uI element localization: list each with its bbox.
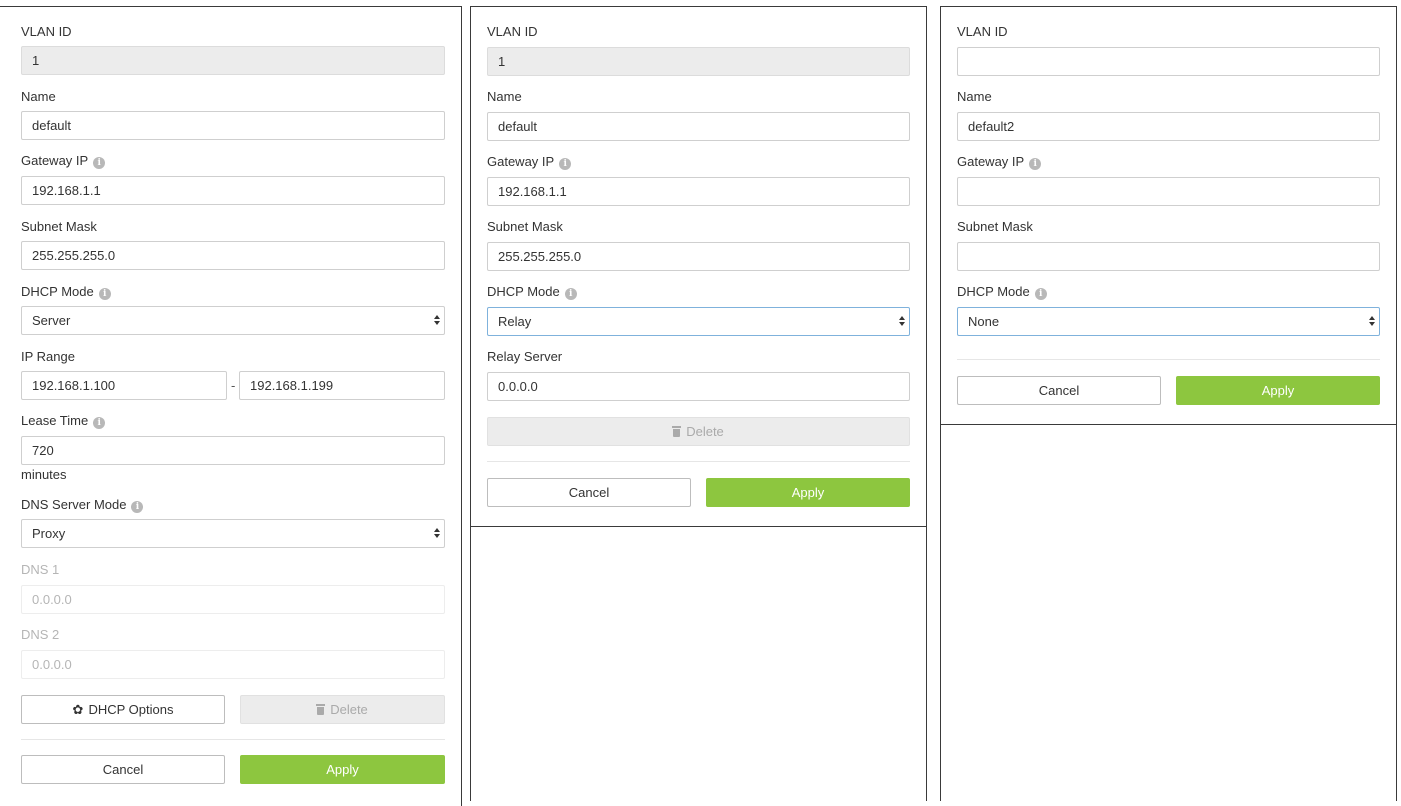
subnet-mask-label: Subnet Mask	[487, 219, 563, 234]
lease-time-label: Lease Time i	[21, 413, 106, 429]
gateway-ip-label-text: Gateway IP	[487, 154, 555, 169]
gateway-ip-input[interactable]: 192.168.1.1	[487, 177, 910, 206]
name-input[interactable]: default	[487, 112, 910, 141]
dns2-label: DNS 2	[21, 627, 60, 642]
form-divider	[957, 359, 1380, 360]
form-divider	[487, 461, 910, 462]
info-icon[interactable]: i	[93, 157, 106, 169]
subnet-mask-label: Subnet Mask	[957, 219, 1033, 234]
info-icon[interactable]: i	[564, 288, 577, 300]
dhcp-options-button[interactable]: ✿ DHCP Options	[21, 695, 225, 724]
cancel-button[interactable]: Cancel	[487, 478, 691, 507]
dns1-input: 0.0.0.0	[21, 585, 445, 614]
vlan-id-label: VLAN ID	[487, 24, 538, 39]
info-icon[interactable]: i	[131, 501, 144, 513]
dhcp-options-button-label: DHCP Options	[88, 702, 174, 717]
info-icon[interactable]: i	[98, 288, 111, 300]
vlan-id-label: VLAN ID	[21, 24, 72, 39]
dhcp-mode-selected-value: Server	[32, 313, 71, 328]
column-divider	[470, 526, 471, 801]
dhcp-mode-label: DHCP Mode i	[957, 284, 1047, 300]
vlan-id-input: 1	[487, 47, 910, 76]
dns1-label: DNS 1	[21, 562, 60, 577]
apply-button[interactable]: Apply	[1176, 376, 1380, 405]
ip-range-separator: -	[231, 378, 236, 393]
info-icon[interactable]: i	[93, 417, 106, 429]
vlan-id-input[interactable]	[957, 47, 1380, 76]
apply-button[interactable]: Apply	[240, 755, 445, 784]
dns-server-mode-label: DNS Server Mode i	[21, 497, 144, 513]
relay-server-label: Relay Server	[487, 349, 563, 364]
delete-button-label: Delete	[330, 702, 368, 717]
column-divider	[926, 526, 927, 801]
dhcp-mode-selected-value: Relay	[498, 314, 532, 329]
subnet-mask-input[interactable]	[957, 242, 1380, 271]
dhcp-mode-select[interactable]: Server	[21, 306, 445, 335]
info-icon[interactable]: i	[1034, 288, 1047, 300]
cancel-button[interactable]: Cancel	[21, 755, 225, 784]
name-label: Name	[487, 89, 522, 104]
dhcp-mode-label-text: DHCP Mode	[957, 284, 1030, 299]
dns2-input: 0.0.0.0	[21, 650, 445, 679]
trash-icon	[316, 704, 326, 715]
name-label: Name	[957, 89, 992, 104]
gateway-ip-label-text: Gateway IP	[957, 154, 1025, 169]
subnet-mask-input[interactable]: 255.255.255.0	[487, 242, 910, 271]
gear-icon: ✿	[72, 702, 84, 717]
name-input[interactable]: default2	[957, 112, 1380, 141]
lease-time-input[interactable]: 720	[21, 436, 445, 465]
ip-range-end-input[interactable]: 192.168.1.199	[239, 371, 445, 400]
gateway-ip-label: Gateway IP i	[21, 153, 106, 169]
gateway-ip-input[interactable]: 192.168.1.1	[21, 176, 445, 205]
relay-server-input[interactable]: 0.0.0.0	[487, 372, 910, 401]
vlan-id-input: 1	[21, 46, 445, 75]
dns-server-mode-select[interactable]: Proxy	[21, 519, 445, 548]
vlan-id-label: VLAN ID	[957, 24, 1008, 39]
dhcp-mode-label: DHCP Mode i	[487, 284, 577, 300]
subnet-mask-input[interactable]: 255.255.255.0	[21, 241, 445, 270]
cancel-button[interactable]: Cancel	[957, 376, 1161, 405]
dhcp-mode-select[interactable]: None	[957, 307, 1380, 336]
gateway-ip-label: Gateway IP i	[487, 154, 572, 170]
trash-icon	[672, 426, 682, 437]
info-icon[interactable]: i	[1029, 158, 1042, 170]
gateway-ip-input[interactable]	[957, 177, 1380, 206]
dhcp-mode-select[interactable]: Relay	[487, 307, 910, 336]
dhcp-mode-label-text: DHCP Mode	[21, 284, 94, 299]
dns-server-mode-selected-value: Proxy	[32, 526, 66, 541]
lease-time-label-text: Lease Time	[21, 413, 89, 428]
dhcp-mode-selected-value: None	[968, 314, 1000, 329]
lease-time-unit: minutes	[21, 467, 67, 482]
ip-range-label: IP Range	[21, 349, 75, 364]
form-divider	[21, 739, 445, 740]
info-icon[interactable]: i	[559, 158, 572, 170]
column-divider	[940, 424, 941, 801]
dhcp-mode-label: DHCP Mode i	[21, 284, 111, 300]
name-label: Name	[21, 89, 56, 104]
subnet-mask-label: Subnet Mask	[21, 219, 97, 234]
ip-range-start-input[interactable]: 192.168.1.100	[21, 371, 227, 400]
delete-button[interactable]: Delete	[487, 417, 910, 446]
name-input[interactable]: default	[21, 111, 445, 140]
delete-button[interactable]: Delete	[240, 695, 445, 724]
column-divider	[1396, 424, 1397, 801]
dns-server-mode-label-text: DNS Server Mode	[21, 497, 127, 512]
apply-button[interactable]: Apply	[706, 478, 910, 507]
gateway-ip-label: Gateway IP i	[957, 154, 1042, 170]
gateway-ip-label-text: Gateway IP	[21, 153, 89, 168]
dhcp-mode-label-text: DHCP Mode	[487, 284, 560, 299]
delete-button-label: Delete	[686, 424, 724, 439]
